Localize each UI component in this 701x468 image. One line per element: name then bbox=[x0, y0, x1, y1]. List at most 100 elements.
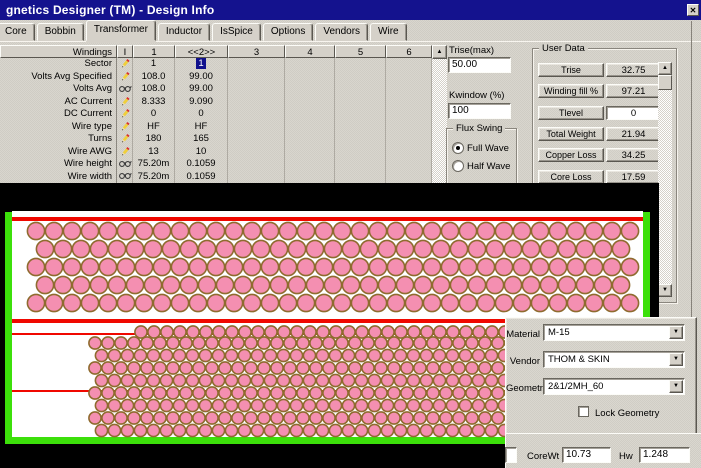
cell-empty[interactable] bbox=[386, 133, 432, 146]
tab-isspice[interactable]: IsSpice bbox=[212, 23, 261, 41]
cell-empty[interactable] bbox=[335, 158, 386, 171]
cell-empty[interactable] bbox=[335, 108, 386, 121]
cell-col1[interactable]: 108.0 bbox=[133, 71, 175, 84]
column-header-1[interactable]: 1 bbox=[133, 45, 175, 58]
tab-inductor[interactable]: Inductor bbox=[158, 23, 210, 41]
user-data-value[interactable]: 0 bbox=[606, 106, 661, 120]
cell-empty[interactable] bbox=[335, 96, 386, 109]
table-scrollbar[interactable]: ▲ bbox=[432, 45, 447, 183]
cell-col1[interactable]: 75.20m bbox=[133, 171, 175, 184]
cell-col1[interactable]: 108.0 bbox=[133, 83, 175, 96]
tab-core[interactable]: Core bbox=[0, 23, 35, 41]
cell-col2[interactable]: 10 bbox=[175, 146, 228, 159]
vendor-dropdown[interactable]: THOM & SKIN ▼ bbox=[543, 351, 685, 368]
cell-col2[interactable]: 9.090 bbox=[175, 96, 228, 109]
user-data-button-winding-fill-[interactable]: Winding fill % bbox=[538, 84, 604, 98]
cell-col1[interactable]: 180 bbox=[133, 133, 175, 146]
cell-empty[interactable] bbox=[386, 96, 432, 109]
tab-transformer[interactable]: Transformer bbox=[86, 20, 156, 41]
cell-empty[interactable] bbox=[386, 121, 432, 134]
cell-col2[interactable]: 165 bbox=[175, 133, 228, 146]
cell-empty[interactable] bbox=[228, 58, 285, 71]
cell-empty[interactable] bbox=[228, 133, 285, 146]
cell-col1[interactable]: 8.333 bbox=[133, 96, 175, 109]
column-header-4[interactable]: 4 bbox=[285, 45, 335, 58]
cell-col2[interactable]: 1 bbox=[175, 58, 228, 71]
cell-col2[interactable]: 99.00 bbox=[175, 83, 228, 96]
column-header-0[interactable]: I bbox=[117, 45, 133, 58]
trise-max-input[interactable]: 50.00 bbox=[448, 57, 511, 73]
partial-input[interactable] bbox=[505, 447, 517, 463]
cell-empty[interactable] bbox=[386, 71, 432, 84]
cell-empty[interactable] bbox=[386, 58, 432, 71]
cell-empty[interactable] bbox=[285, 108, 335, 121]
cell-col2[interactable]: HF bbox=[175, 121, 228, 134]
cell-empty[interactable] bbox=[228, 96, 285, 109]
cell-col1[interactable]: 75.20m bbox=[133, 158, 175, 171]
cell-empty[interactable] bbox=[335, 121, 386, 134]
scroll-up-icon[interactable]: ▲ bbox=[432, 45, 447, 59]
cell-empty[interactable] bbox=[386, 146, 432, 159]
cell-empty[interactable] bbox=[386, 171, 432, 184]
cell-empty[interactable] bbox=[285, 146, 335, 159]
lock-geometry-checkbox[interactable] bbox=[578, 406, 589, 417]
column-header-2[interactable]: <<2>> bbox=[175, 45, 228, 58]
cell-empty[interactable] bbox=[228, 83, 285, 96]
cell-empty[interactable] bbox=[228, 121, 285, 134]
chevron-down-icon[interactable]: ▼ bbox=[669, 353, 683, 366]
cell-empty[interactable] bbox=[228, 158, 285, 171]
cell-empty[interactable] bbox=[285, 158, 335, 171]
cell-empty[interactable] bbox=[285, 171, 335, 184]
chevron-down-icon[interactable]: ▼ bbox=[669, 326, 683, 339]
cell-empty[interactable] bbox=[335, 71, 386, 84]
column-header-6[interactable]: 6 bbox=[386, 45, 432, 58]
tab-bobbin[interactable]: Bobbin bbox=[37, 23, 84, 41]
scrollbar-thumb[interactable] bbox=[658, 75, 672, 90]
cell-empty[interactable] bbox=[386, 158, 432, 171]
selected-cell-value[interactable]: 1 bbox=[196, 58, 205, 69]
cell-empty[interactable] bbox=[335, 146, 386, 159]
geometry-dropdown[interactable]: 2&1/2MH_60 ▼ bbox=[543, 378, 685, 395]
user-data-button-copper-loss[interactable]: Copper Loss bbox=[538, 148, 604, 162]
cell-empty[interactable] bbox=[228, 108, 285, 121]
cell-col2[interactable]: 0 bbox=[175, 108, 228, 121]
hw-input[interactable]: 1.248 bbox=[639, 447, 690, 463]
cell-col1[interactable]: HF bbox=[133, 121, 175, 134]
tab-options[interactable]: Options bbox=[263, 23, 313, 41]
cell-empty[interactable] bbox=[285, 133, 335, 146]
cell-col1[interactable]: 13 bbox=[133, 146, 175, 159]
cell-empty[interactable] bbox=[335, 83, 386, 96]
cell-col2[interactable]: 0.1059 bbox=[175, 171, 228, 184]
tab-vendors[interactable]: Vendors bbox=[315, 23, 368, 41]
material-dropdown[interactable]: M-15 ▼ bbox=[543, 324, 685, 341]
column-header-5[interactable]: 5 bbox=[335, 45, 386, 58]
scroll-up-icon[interactable]: ▲ bbox=[658, 62, 672, 75]
cell-empty[interactable] bbox=[228, 71, 285, 84]
cell-empty[interactable] bbox=[285, 96, 335, 109]
radio-full-wave[interactable]: Full Wave bbox=[452, 142, 509, 154]
cell-empty[interactable] bbox=[285, 71, 335, 84]
cell-empty[interactable] bbox=[285, 58, 335, 71]
cell-empty[interactable] bbox=[335, 171, 386, 184]
cell-col1[interactable]: 1 bbox=[133, 58, 175, 71]
cell-empty[interactable] bbox=[335, 133, 386, 146]
user-data-button-core-loss[interactable]: Core Loss bbox=[538, 170, 604, 184]
cell-empty[interactable] bbox=[386, 83, 432, 96]
user-data-button-total-weight[interactable]: Total Weight bbox=[538, 127, 604, 141]
user-data-button-trise[interactable]: Trise bbox=[538, 63, 604, 77]
cell-empty[interactable] bbox=[228, 146, 285, 159]
cell-empty[interactable] bbox=[285, 121, 335, 134]
chevron-down-icon[interactable]: ▼ bbox=[669, 380, 683, 393]
corewt-input[interactable]: 10.73 bbox=[562, 447, 611, 463]
cell-empty[interactable] bbox=[285, 83, 335, 96]
kwindow-input[interactable]: 100 bbox=[448, 103, 511, 119]
column-header-3[interactable]: 3 bbox=[228, 45, 285, 58]
user-data-scrollbar[interactable]: ▲ ▼ bbox=[658, 62, 672, 297]
user-data-button-tlevel[interactable]: Tlevel bbox=[538, 106, 604, 120]
cell-empty[interactable] bbox=[335, 58, 386, 71]
cell-empty[interactable] bbox=[386, 108, 432, 121]
cell-empty[interactable] bbox=[228, 171, 285, 184]
column-header-windings[interactable]: Windings bbox=[0, 45, 117, 58]
scroll-down-icon[interactable]: ▼ bbox=[658, 284, 672, 297]
radio-half-wave[interactable]: Half Wave bbox=[452, 160, 510, 172]
